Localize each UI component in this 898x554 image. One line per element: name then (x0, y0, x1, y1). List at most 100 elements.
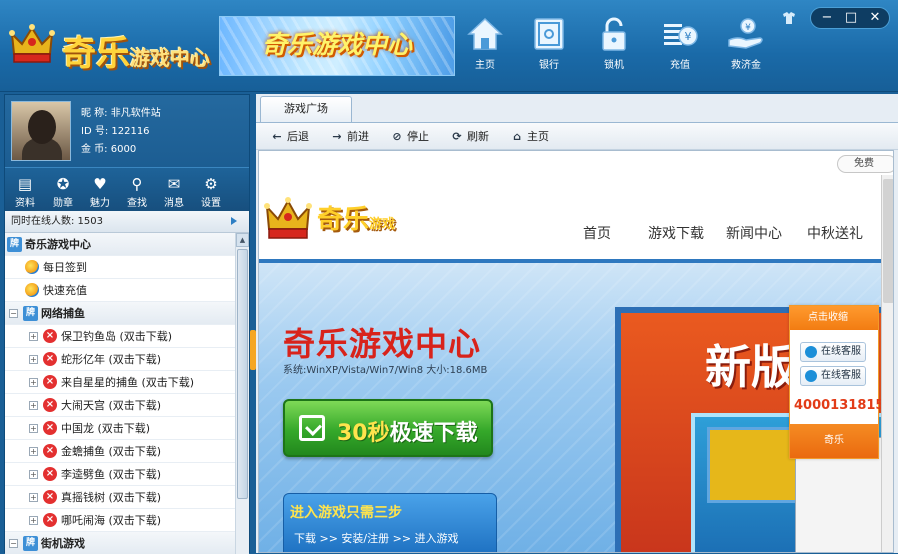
user-toolbar: ▤ 资料 ✪ 勋章 ♥ 魅力 ⚲ 查找 ✉ 消息 ⚙ 设置 (5, 167, 249, 211)
heart-icon: ♥ (93, 175, 107, 193)
site-nav-home[interactable]: 首页 (583, 223, 611, 243)
expand-icon[interactable]: + (29, 493, 38, 502)
not-installed-icon: × (43, 490, 57, 504)
site-nav-download[interactable]: 游戏下载 (648, 223, 704, 243)
pin-icon[interactable] (225, 215, 239, 227)
expand-icon[interactable]: + (29, 332, 38, 341)
hotline-number: 4000131815 (794, 398, 885, 413)
tree-group-fishing[interactable]: − 牌 网络捕鱼 (5, 302, 235, 325)
nav-home-button[interactable]: 主页 (458, 14, 512, 74)
tool-settings-button[interactable]: ⚙ 设置 (193, 174, 229, 209)
nav-relief-button[interactable]: ¥ 救济金 (719, 14, 773, 74)
nav-home-label: 主页 (475, 60, 495, 71)
not-installed-icon: × (43, 375, 57, 389)
expand-icon[interactable]: + (29, 401, 38, 410)
group-badge-icon: 牌 (23, 306, 38, 321)
close-button[interactable]: ✕ (865, 10, 885, 26)
not-installed-icon: × (43, 352, 57, 366)
collapse-widget-button[interactable]: 点击收缩 (790, 306, 878, 330)
minimize-button[interactable]: − (817, 10, 837, 26)
avatar[interactable] (11, 101, 71, 161)
tool-medal-button[interactable]: ✪ 勋章 (45, 174, 81, 209)
game-tree: 牌 奇乐游戏中心 每日签到 快速充值 − 牌 网络捕鱼 + × 保卫钓鱼岛 (双… (5, 233, 235, 554)
tree-scrollbar[interactable]: ▲ (235, 233, 249, 554)
browser-scrollbar[interactable] (881, 175, 893, 552)
tree-game-item[interactable]: + × 李逵劈鱼 (双击下载) (5, 463, 235, 486)
tool-search-button[interactable]: ⚲ 查找 (119, 174, 155, 209)
stop-button[interactable]: ⊘ 停止 (390, 128, 429, 146)
site-nav-news[interactable]: 新闻中心 (726, 223, 782, 243)
online-support-button[interactable]: 在线客服 (800, 366, 866, 386)
download-icon (299, 415, 325, 441)
skin-icon[interactable] (782, 11, 796, 25)
nav-recharge-button[interactable]: ¥ 充值 (653, 14, 707, 74)
forward-arrow-icon: → (332, 130, 342, 143)
forward-button[interactable]: → 前进 (330, 128, 369, 146)
lock-icon (602, 17, 626, 51)
tree-group-qile[interactable]: 牌 奇乐游戏中心 (5, 233, 235, 256)
expand-icon[interactable]: + (29, 355, 38, 364)
expand-icon[interactable]: + (29, 424, 38, 433)
tree-game-item[interactable]: + × 中国龙 (双击下载) (5, 417, 235, 440)
tree-game-item[interactable]: + × 金蟾捕鱼 (双击下载) (5, 440, 235, 463)
nav-lock-button[interactable]: 锁机 (587, 14, 641, 74)
system-requirements: 系统:WinXP/Vista/Win7/Win8 大小:18.6MB (283, 365, 488, 376)
maximize-button[interactable]: □ (841, 10, 861, 26)
site-nav-midautumn[interactable]: 中秋送礼 (807, 223, 863, 243)
banner[interactable]: 奇乐游戏中心 (219, 16, 455, 76)
left-panel: 昵 称: 非凡软件站 ID 号: 122116 金 币: 6000 ▤ 资料 ✪ 勋… (4, 94, 250, 554)
nickname: 昵 称: 非凡软件站 (81, 108, 161, 119)
main-area: 游戏广场 ← 后退 → 前进 ⊘ 停止 ⟳ 刷新 ⌂ 主页 免费 奇乐游戏 首页 游戏下载… (256, 94, 898, 553)
nav-bank-label: 银行 (539, 60, 559, 71)
tree-group-arcade[interactable]: − 牌 街机游戏 (5, 532, 235, 554)
user-id: ID 号: 122116 (81, 126, 150, 137)
expand-icon[interactable]: + (29, 378, 38, 387)
free-button[interactable]: 免费 (837, 155, 893, 173)
online-count: 同时在线人数: 1503 (5, 211, 249, 233)
globe-icon (25, 283, 39, 297)
tool-charm-button[interactable]: ♥ 魅力 (82, 174, 118, 209)
browser-scroll-thumb[interactable] (883, 179, 893, 303)
collapse-icon[interactable]: − (9, 539, 18, 548)
site-logo[interactable]: 奇乐游戏 (263, 193, 423, 251)
chat-bubble-icon: ✉ (167, 175, 181, 193)
app-logo: 奇乐游戏中心 (6, 12, 216, 78)
nav-recharge-label: 充值 (670, 60, 690, 71)
expand-icon[interactable]: + (29, 516, 38, 525)
tree-item-recharge[interactable]: 快速充值 (5, 279, 235, 302)
tab-game-plaza[interactable]: 游戏广场 (260, 96, 352, 122)
svg-text:¥: ¥ (685, 30, 692, 43)
back-button[interactable]: ← 后退 (270, 128, 309, 146)
promo-text: 新版 (705, 340, 797, 394)
tree-game-item[interactable]: + × 真摇钱树 (双击下载) (5, 486, 235, 509)
tree-item-checkin[interactable]: 每日签到 (5, 256, 235, 279)
tree-game-item[interactable]: + × 蛇形亿年 (双击下载) (5, 348, 235, 371)
expand-icon[interactable]: + (29, 470, 38, 479)
expand-icon[interactable]: + (29, 447, 38, 456)
tool-profile-button[interactable]: ▤ 资料 (7, 174, 43, 209)
scroll-thumb[interactable] (237, 249, 248, 499)
find-user-icon: ⚲ (131, 175, 143, 193)
tree-game-item[interactable]: + × 保卫钓鱼岛 (双击下载) (5, 325, 235, 348)
tree-game-item[interactable]: + × 来自星星的捕鱼 (双击下载) (5, 371, 235, 394)
download-button[interactable]: 30秒极速下载 (283, 399, 493, 457)
tree-game-item[interactable]: + × 哪吒闹海 (双击下载) (5, 509, 235, 532)
profile-card-icon: ▤ (17, 175, 33, 193)
home-button[interactable]: ⌂ 主页 (510, 128, 549, 146)
online-support-button[interactable]: 在线客服 (800, 342, 866, 362)
browser-toolbar: ← 后退 → 前进 ⊘ 停止 ⟳ 刷新 ⌂ 主页 (256, 122, 898, 150)
refresh-button[interactable]: ⟳ 刷新 (450, 128, 489, 146)
steps-box: 进入游戏只需三步 下载 >> 安装/注册 >> 进入游戏 (283, 493, 497, 552)
window-buttons: − □ ✕ (810, 7, 890, 29)
nav-lock-label: 锁机 (604, 60, 624, 71)
home-icon: ⌂ (513, 130, 521, 143)
steps-body: 下载 >> 安装/注册 >> 进入游戏 (294, 532, 459, 545)
tool-message-button[interactable]: ✉ 消息 (156, 174, 192, 209)
tree-game-item[interactable]: + × 大闹天宫 (双击下载) (5, 394, 235, 417)
online-count-text: 同时在线人数: 1503 (11, 216, 103, 227)
banner-text: 奇乐游戏中心 (261, 30, 412, 59)
not-installed-icon: × (43, 467, 57, 481)
collapse-icon[interactable]: − (9, 309, 18, 318)
scroll-up-arrow-icon[interactable]: ▲ (236, 233, 249, 247)
nav-bank-button[interactable]: 银行 (522, 14, 576, 74)
